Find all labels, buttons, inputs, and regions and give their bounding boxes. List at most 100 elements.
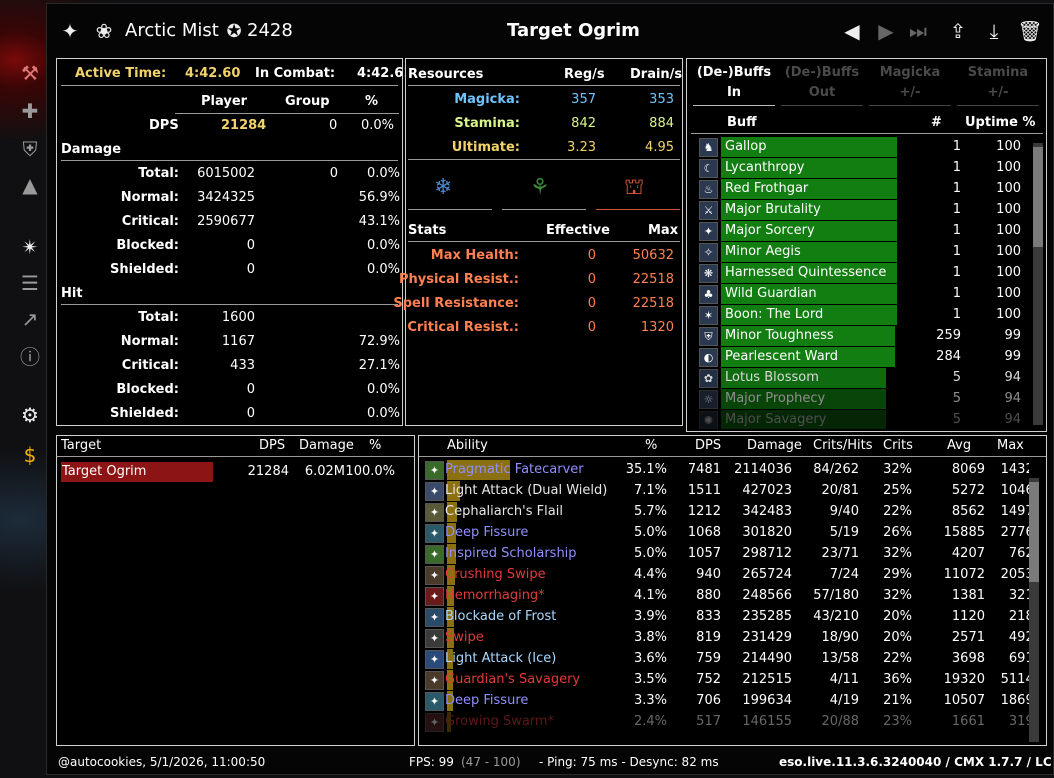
ability-crits: 22% [883,504,912,519]
hit-row-label: Blocked: [116,382,179,397]
axe-icon[interactable]: ⚒ [17,60,43,86]
ability-name: Blockade of Frost [445,609,557,624]
buff-icon: ☾ [699,159,718,178]
buff-row: ☼ Major Prophecy 5 94 [699,389,1029,410]
resource-reg: 842 [571,116,596,131]
ability-name: Guardian's Savagery [445,672,581,687]
hit-row-label: Shielded: [110,406,179,421]
ability-pct: 4.4% [633,567,667,582]
next-fight-icon[interactable]: ▶ [873,18,899,44]
tab-underline [957,105,1039,106]
buff-name: Pearlescent Ward [725,349,839,364]
damage-row-pct: 0.0% [366,166,400,181]
buff-uptime: 100 [996,202,1021,217]
hit-row-player: 1600 [221,310,255,325]
buff-row: ☾ Lycanthropy 1 100 [699,158,1029,179]
champion-points: 2428 [247,20,293,41]
stamina-tab-icon[interactable]: ⚘ [530,175,550,200]
ability-damage: 214490 [742,651,792,666]
footer-ping: - Ping: 75 ms - Desync: 82 ms [539,755,719,769]
tab-buffs-1[interactable]: (De-)Buffs Out [781,63,863,105]
target-row[interactable]: Target Ogrim 21284 6.02M 100.0% [61,462,413,482]
dps-pct: 0.0% [361,118,395,133]
buff-uptime: 100 [996,265,1021,280]
ability-icon: ✦ [425,650,444,669]
scroll-icon[interactable]: ☰ [17,270,43,296]
buff-row: ✿ Lotus Blossom 5 94 [699,368,1029,389]
ability-dps: 752 [696,672,721,687]
tab-buffs-0[interactable]: (De-)Buffs In [693,63,775,105]
ability-icon: ✦ [425,461,444,480]
tab-line1: (De-)Buffs [696,65,772,80]
footer-fps-range: (47 - 100) [461,755,521,769]
ability-row: ✦ Light Attack (Ice) 3.6% 759 214490 13/58 22%… [425,649,1029,670]
delete-icon[interactable]: 🗑 [1017,18,1043,44]
ability-crits: 25% [883,483,912,498]
ability-crits: 21% [883,693,912,708]
ability-max: 2183 [1008,609,1029,624]
ability-crits: 20% [883,630,912,645]
save-icon[interactable]: ⤓ [981,18,1007,44]
magicka-tab-icon[interactable]: ❄ [434,175,452,200]
hit-row-label: Critical: [121,358,179,373]
buffs-scrollbar[interactable] [1033,143,1043,425]
buff-name: Harnessed Quintessence [725,265,887,280]
ability-pct: 3.9% [633,609,667,624]
heal-cross-icon[interactable]: ✚ [17,98,43,124]
gear-icon[interactable]: ⚙ [17,402,43,428]
ability-dps: 1212 [687,504,721,519]
hit-header: Hit [61,286,83,301]
ability-avg: 3698 [951,651,985,666]
previous-fight-icon[interactable]: ◀ [839,18,865,44]
ability-damage: 199634 [742,693,792,708]
health-tab-icon[interactable]: ⛫ [624,175,644,203]
target-damage: 6.02M [304,464,345,479]
ability-max: 27764 [1000,525,1029,540]
col-pct: % [365,94,379,109]
buff-icon: ♞ [699,138,718,157]
ability-icon: ✦ [425,566,444,585]
buff-uptime: 100 [996,139,1021,154]
stat-effective: 0 [587,272,596,287]
buff-icon: ♣ [699,285,718,304]
resource-reg: 3.23 [567,140,596,155]
buff-row: ◐ Pearlescent Ward 284 99 [699,347,1029,368]
coin-icon[interactable]: $ [17,442,43,468]
buff-row: ♞ Gallop 1 100 [699,137,1029,158]
graph-icon[interactable]: ↗ [17,306,43,332]
last-fight-icon[interactable]: ⏭ [905,18,931,44]
col-target-dps: DPS [259,438,286,453]
buff-name: Lotus Blossom [725,370,819,385]
buff-icon: ⚔ [699,201,718,220]
col-target: Target [61,438,102,453]
damage-row-label: Total: [138,166,179,181]
ability-name: Crushing Swipe [445,567,546,582]
ability-crits-hits: 4/11 [829,672,859,687]
upload-icon[interactable]: ⇪ [945,18,971,44]
resource-reg: 357 [571,92,596,107]
abilities-scrollbar[interactable] [1029,478,1039,742]
resources-icon[interactable]: ▲ [17,172,43,198]
buff-icon: ✶ [699,306,718,325]
ability-crits-hits: 84/262 [813,462,859,477]
star-burst-icon[interactable]: ✴ [17,234,43,260]
hit-row-player: 1167 [221,334,255,349]
targets-panel: Target DPS Damage % Target Ogrim 21284 6.0… [56,435,415,746]
col-uptime: Uptime % [965,115,1036,130]
ability-damage: 235285 [742,609,792,624]
buff-row: ✧ Minor Aegis 1 100 [699,242,1029,263]
ability-row: ✦ Hemorrhaging* 4.1% 880 248566 57/180 32% 1381… [425,586,1029,607]
ability-row: ✦ Cephaliarch's Flail 5.7% 1212 342483 9/40 22… [425,502,1029,523]
ability-max: 3215 [1008,588,1029,603]
tab-underline [781,105,863,106]
shield-icon[interactable]: ⛨ [17,136,43,162]
info-icon[interactable]: ⓘ [17,342,43,369]
tab-buffs-3[interactable]: Stamina +/- [957,63,1039,105]
ability-name: Inspired Scholarship [445,546,577,561]
ability-crits-hits: 20/81 [821,483,859,498]
dps-player: 21284 [221,118,267,133]
damage-row-label: Normal: [120,190,179,205]
tab-buffs-2[interactable]: Magicka +/- [869,63,951,105]
footer-version: eso.live.11.3.6.3240040 / CMX 1.7.7 / LC… [779,755,1054,769]
character-name: Arctic Mist [125,20,219,41]
